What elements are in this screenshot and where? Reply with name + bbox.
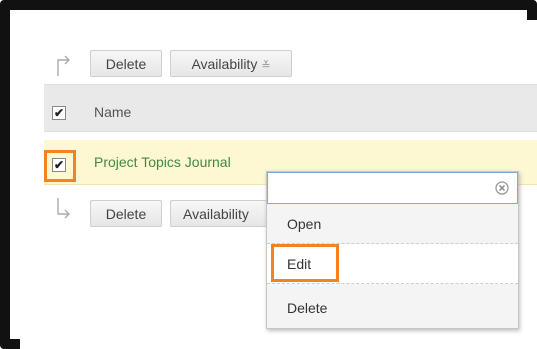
delete-button-label: Delete [105, 56, 147, 72]
context-menu: Open Edit Delete [266, 171, 519, 329]
name-column-header[interactable]: Name [94, 104, 131, 120]
chevron-down-icon: ≚ [261, 60, 271, 72]
action-arrow-icon [56, 198, 72, 220]
delete-button-label: Delete [105, 206, 147, 222]
row-checkbox[interactable]: ✔ [52, 158, 66, 172]
availability-button-label: Availability [191, 56, 258, 72]
select-all-checkbox[interactable]: ✔ [52, 106, 66, 120]
menu-item-label: Open [287, 216, 322, 232]
content-area: Delete Availability ≚ ✔ Name ✔ Project To… [20, 20, 537, 349]
checkmark-icon: ✔ [53, 106, 65, 120]
edit-highlight-box [271, 244, 339, 282]
menu-item-label: Delete [287, 300, 328, 316]
delete-button-bottom[interactable]: Delete [90, 200, 162, 227]
action-arrow-icon [56, 54, 72, 76]
availability-button-bottom[interactable]: Availability [170, 200, 270, 227]
menu-item-delete[interactable]: Delete [267, 288, 518, 328]
delete-button-top[interactable]: Delete [90, 50, 162, 77]
screenshot-frame: Delete Availability ≚ ✔ Name ✔ Project To… [0, 0, 537, 349]
checkmark-icon: ✔ [53, 158, 65, 172]
context-menu-header [267, 172, 518, 204]
menu-item-open[interactable]: Open [267, 204, 518, 244]
availability-button-top[interactable]: Availability ≚ [170, 50, 292, 77]
availability-button-label: Availability [183, 206, 249, 222]
close-icon[interactable] [495, 181, 509, 195]
item-title-link[interactable]: Project Topics Journal [94, 154, 231, 170]
